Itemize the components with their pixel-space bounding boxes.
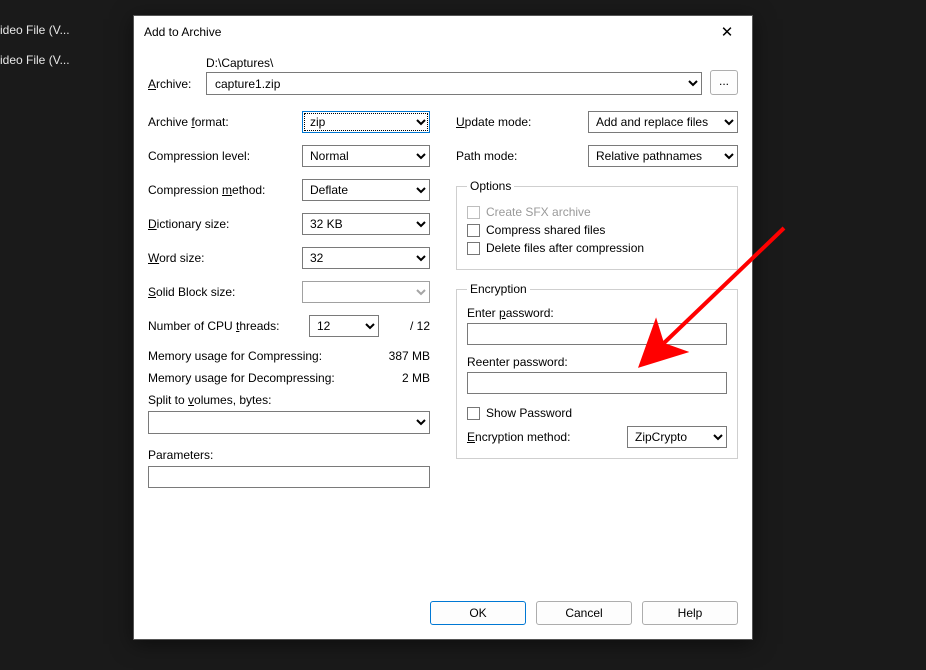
bg-file-name: ideo File (V... bbox=[0, 23, 70, 37]
compress-shared-label: Compress shared files bbox=[486, 223, 605, 237]
memory-decompress-value: 2 MB bbox=[370, 371, 430, 385]
compression-level-select[interactable]: Normal bbox=[302, 145, 430, 167]
options-group: Options Create SFX archive Compress shar… bbox=[456, 179, 738, 270]
bg-file-row-1: ideo File (V... bbox=[0, 23, 70, 37]
parameters-label: Parameters: bbox=[148, 448, 430, 462]
archive-path-column: D:\Captures\ capture1.zip bbox=[206, 56, 702, 95]
columns: Archive format: zip Compression level: N… bbox=[148, 111, 738, 488]
solid-block-row: Solid Block size: bbox=[148, 281, 430, 303]
compression-level-row: Compression level: Normal bbox=[148, 145, 430, 167]
show-password-row: Show Password bbox=[467, 406, 727, 420]
dictionary-size-select[interactable]: 32 KB bbox=[302, 213, 430, 235]
delete-after-checkbox[interactable] bbox=[467, 242, 480, 255]
reenter-password-input[interactable] bbox=[467, 372, 727, 394]
path-mode-label: Path mode: bbox=[456, 149, 588, 163]
archive-label: Archive: bbox=[148, 77, 198, 95]
reenter-password-label: Reenter password: bbox=[467, 355, 727, 369]
create-sfx-checkbox bbox=[467, 206, 480, 219]
split-volumes-combo[interactable] bbox=[148, 411, 430, 434]
compress-shared-row: Compress shared files bbox=[467, 223, 727, 237]
titlebar: Add to Archive ✕ bbox=[134, 16, 752, 48]
create-sfx-label: Create SFX archive bbox=[486, 205, 591, 219]
compress-shared-checkbox[interactable] bbox=[467, 224, 480, 237]
memory-compress-value: 387 MB bbox=[370, 349, 430, 363]
bg-file-row-2: ideo File (V... bbox=[0, 53, 70, 67]
solid-block-label: Solid Block size: bbox=[148, 285, 302, 299]
right-column: Update mode: Add and replace files Path … bbox=[456, 111, 738, 488]
path-mode-row: Path mode: Relative pathnames bbox=[456, 145, 738, 167]
show-password-label: Show Password bbox=[486, 406, 572, 420]
options-legend: Options bbox=[467, 179, 514, 193]
add-to-archive-dialog: Add to Archive ✕ Archive: D:\Captures\ c… bbox=[133, 15, 753, 640]
encryption-group: Encryption Enter password: Reenter passw… bbox=[456, 282, 738, 459]
create-sfx-row: Create SFX archive bbox=[467, 205, 727, 219]
archive-format-label: Archive format: bbox=[148, 115, 302, 129]
parameters-input[interactable] bbox=[148, 466, 430, 488]
enter-password-label: Enter password: bbox=[467, 306, 727, 320]
solid-block-select[interactable] bbox=[302, 281, 430, 303]
archive-directory: D:\Captures\ bbox=[206, 56, 702, 70]
memory-compress-label: Memory usage for Compressing: bbox=[148, 349, 370, 363]
word-size-select[interactable]: 32 bbox=[302, 247, 430, 269]
cancel-button[interactable]: Cancel bbox=[536, 601, 632, 625]
update-mode-select[interactable]: Add and replace files bbox=[588, 111, 738, 133]
update-mode-label: Update mode: bbox=[456, 115, 588, 129]
archive-format-select[interactable]: zip bbox=[302, 111, 430, 133]
compression-level-label: Compression level: bbox=[148, 149, 302, 163]
word-size-label: Word size: bbox=[148, 251, 302, 265]
memory-compress-row: Memory usage for Compressing: 387 MB bbox=[148, 349, 430, 363]
delete-after-row: Delete files after compression bbox=[467, 241, 727, 255]
bg-file-name: ideo File (V... bbox=[0, 53, 70, 67]
delete-after-label: Delete files after compression bbox=[486, 241, 644, 255]
left-column: Archive format: zip Compression level: N… bbox=[148, 111, 430, 488]
archive-row: Archive: D:\Captures\ capture1.zip ... bbox=[148, 56, 738, 95]
cpu-threads-row: Number of CPU threads: 12 / 12 bbox=[148, 315, 430, 337]
encryption-legend: Encryption bbox=[467, 282, 530, 296]
help-button[interactable]: Help bbox=[642, 601, 738, 625]
archive-format-row: Archive format: zip bbox=[148, 111, 430, 133]
dictionary-size-label: Dictionary size: bbox=[148, 217, 302, 231]
browse-button[interactable]: ... bbox=[710, 70, 738, 95]
button-row: OK Cancel Help bbox=[134, 589, 752, 639]
ok-button[interactable]: OK bbox=[430, 601, 526, 625]
enter-password-input[interactable] bbox=[467, 323, 727, 345]
split-volumes-label: Split to volumes, bytes: bbox=[148, 393, 430, 407]
cpu-threads-select[interactable]: 12 bbox=[309, 315, 379, 337]
path-mode-select[interactable]: Relative pathnames bbox=[588, 145, 738, 167]
cpu-threads-label: Number of CPU threads: bbox=[148, 319, 303, 333]
dialog-body: Archive: D:\Captures\ capture1.zip ... A… bbox=[134, 48, 752, 589]
encryption-method-label: Encryption method: bbox=[467, 430, 627, 444]
compression-method-label: Compression method: bbox=[148, 183, 302, 197]
update-mode-row: Update mode: Add and replace files bbox=[456, 111, 738, 133]
encryption-method-row: Encryption method: ZipCrypto bbox=[467, 426, 727, 448]
archive-filename-combo[interactable]: capture1.zip bbox=[206, 72, 702, 95]
word-size-row: Word size: 32 bbox=[148, 247, 430, 269]
compression-method-select[interactable]: Deflate bbox=[302, 179, 430, 201]
compression-method-row: Compression method: Deflate bbox=[148, 179, 430, 201]
encryption-method-select[interactable]: ZipCrypto bbox=[627, 426, 727, 448]
close-icon[interactable]: ✕ bbox=[712, 23, 742, 41]
dictionary-size-row: Dictionary size: 32 KB bbox=[148, 213, 430, 235]
memory-decompress-row: Memory usage for Decompressing: 2 MB bbox=[148, 371, 430, 385]
memory-decompress-label: Memory usage for Decompressing: bbox=[148, 371, 370, 385]
show-password-checkbox[interactable] bbox=[467, 407, 480, 420]
dialog-title: Add to Archive bbox=[144, 25, 712, 39]
cpu-threads-total: / 12 bbox=[385, 319, 430, 333]
